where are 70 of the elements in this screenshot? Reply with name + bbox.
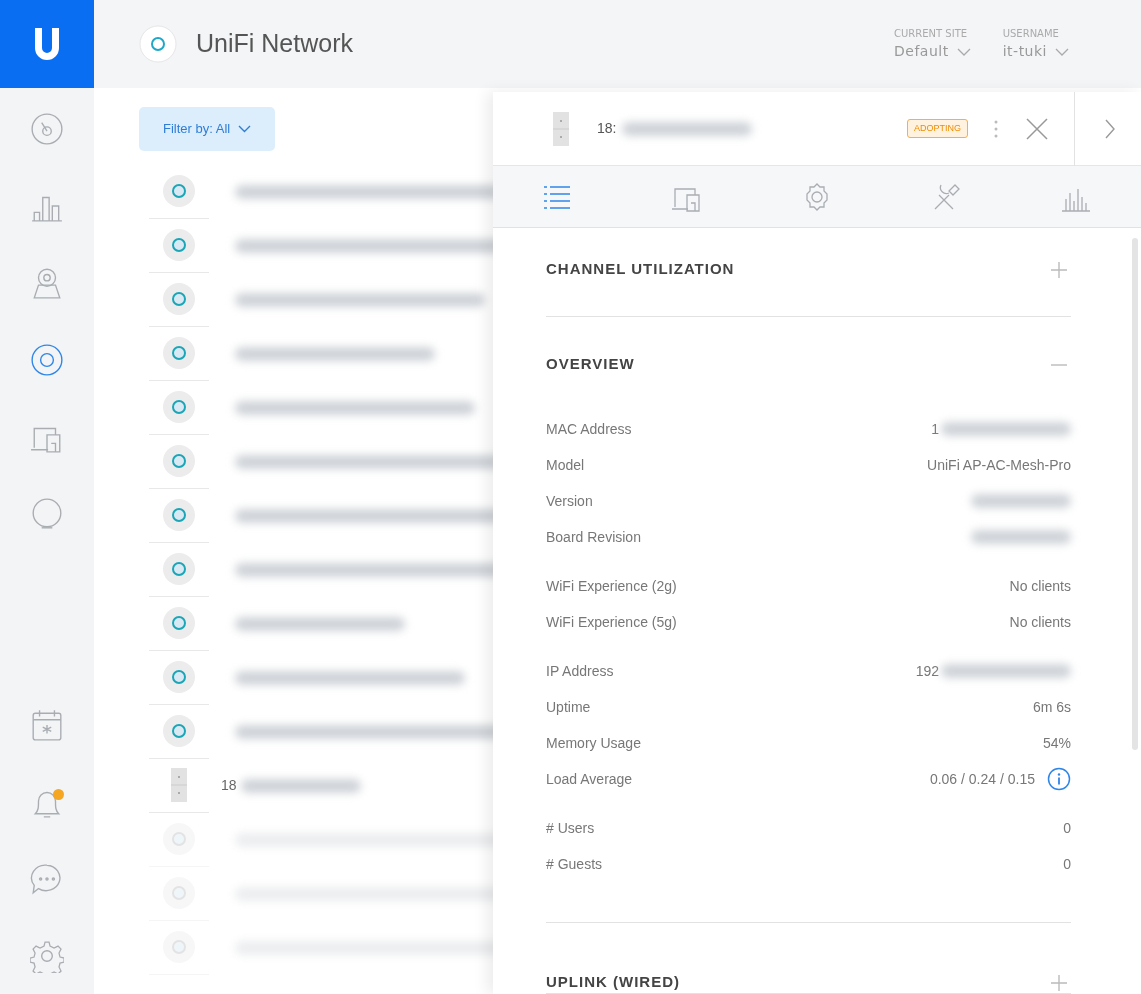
status-badge: ADOPTING <box>907 118 968 139</box>
field-value: 6m 6s <box>1032 697 1071 717</box>
access-point-icon <box>162 444 196 478</box>
field-value: No clients <box>1009 612 1071 632</box>
field-label: Model <box>546 455 585 475</box>
access-point-icon <box>162 552 196 586</box>
selector-value: Default <box>894 42 949 61</box>
access-point-icon <box>162 606 196 640</box>
field-value: 0 <box>1063 818 1071 838</box>
selector-label: USERNAME <box>1002 27 1060 41</box>
selector-value: it-tuki <box>1002 42 1047 61</box>
field-label: # Users <box>546 818 595 838</box>
info-icon[interactable] <box>1047 767 1071 791</box>
section-title: OVERVIEW <box>546 353 635 374</box>
field-value: 1 <box>931 419 939 439</box>
field-label: Load Average <box>546 769 633 789</box>
field-value: No clients <box>1009 576 1071 596</box>
field-value: 54% <box>1042 733 1071 753</box>
field-label: Uptime <box>546 697 591 717</box>
field-label: MAC Address <box>546 419 632 439</box>
device-name: 18: <box>597 119 617 138</box>
field-value: 0 <box>1063 854 1071 874</box>
settings-icon[interactable] <box>30 938 64 973</box>
speedometer-icon[interactable] <box>30 111 64 146</box>
access-point-icon <box>162 930 196 964</box>
expand-icon <box>1051 262 1067 279</box>
access-point-icon <box>162 714 196 748</box>
scrollbar[interactable] <box>1132 238 1138 750</box>
collapse-icon <box>1051 364 1067 367</box>
product-icon <box>138 24 178 64</box>
field-label: # Guests <box>546 854 603 874</box>
chat-icon[interactable] <box>30 861 64 896</box>
field-label: Memory Usage <box>546 733 641 753</box>
access-point-icon <box>162 336 196 370</box>
bulb-icon[interactable] <box>30 496 64 531</box>
field-label: WiFi Experience (2g) <box>546 576 677 596</box>
access-point-icon <box>162 390 196 424</box>
mesh-device-icon <box>171 768 187 802</box>
site-selector[interactable]: CURRENT SITE Default <box>894 26 971 62</box>
access-point-icon <box>162 498 196 532</box>
section-title: UPLINK (WIRED) <box>546 971 680 992</box>
expand-icon <box>1051 975 1067 992</box>
access-point-icon <box>162 876 196 910</box>
access-point-icon <box>162 822 196 856</box>
close-icon <box>1026 117 1048 140</box>
section-title: CHANNEL UTILIZATION <box>546 258 735 279</box>
user-selector[interactable]: USERNAME it-tuki <box>1002 26 1069 62</box>
field-value: UniFi AP-AC-Mesh-Pro <box>927 455 1071 475</box>
access-point-icon <box>162 660 196 694</box>
filter-button[interactable]: Filter by: All <box>139 107 276 151</box>
access-point-icon <box>162 228 196 262</box>
chevron-down-icon <box>1055 47 1069 56</box>
field-label: Board Revision <box>546 527 641 547</box>
access-point-icon <box>162 174 196 208</box>
field-label: WiFi Experience (5g) <box>546 612 677 632</box>
chevron-down-icon <box>956 47 971 56</box>
field-label: Version <box>546 491 593 511</box>
device-row[interactable]: 18 <box>94 758 493 813</box>
field-value: 0.06 / 0.24 / 0.15 <box>929 769 1035 789</box>
chevron-down-icon <box>238 124 252 133</box>
access-point-icon[interactable] <box>30 342 64 377</box>
chevron-right-icon <box>1105 118 1115 139</box>
selector-label: CURRENT SITE <box>894 27 969 41</box>
field-label: IP Address <box>546 661 614 681</box>
product-title: UniFi Network <box>196 28 353 60</box>
device-name: 18 <box>221 776 237 795</box>
field-value: 192 <box>915 661 939 681</box>
calendar-icon[interactable] <box>30 707 64 742</box>
mesh-device-icon <box>553 111 569 146</box>
access-point-icon <box>162 282 196 316</box>
